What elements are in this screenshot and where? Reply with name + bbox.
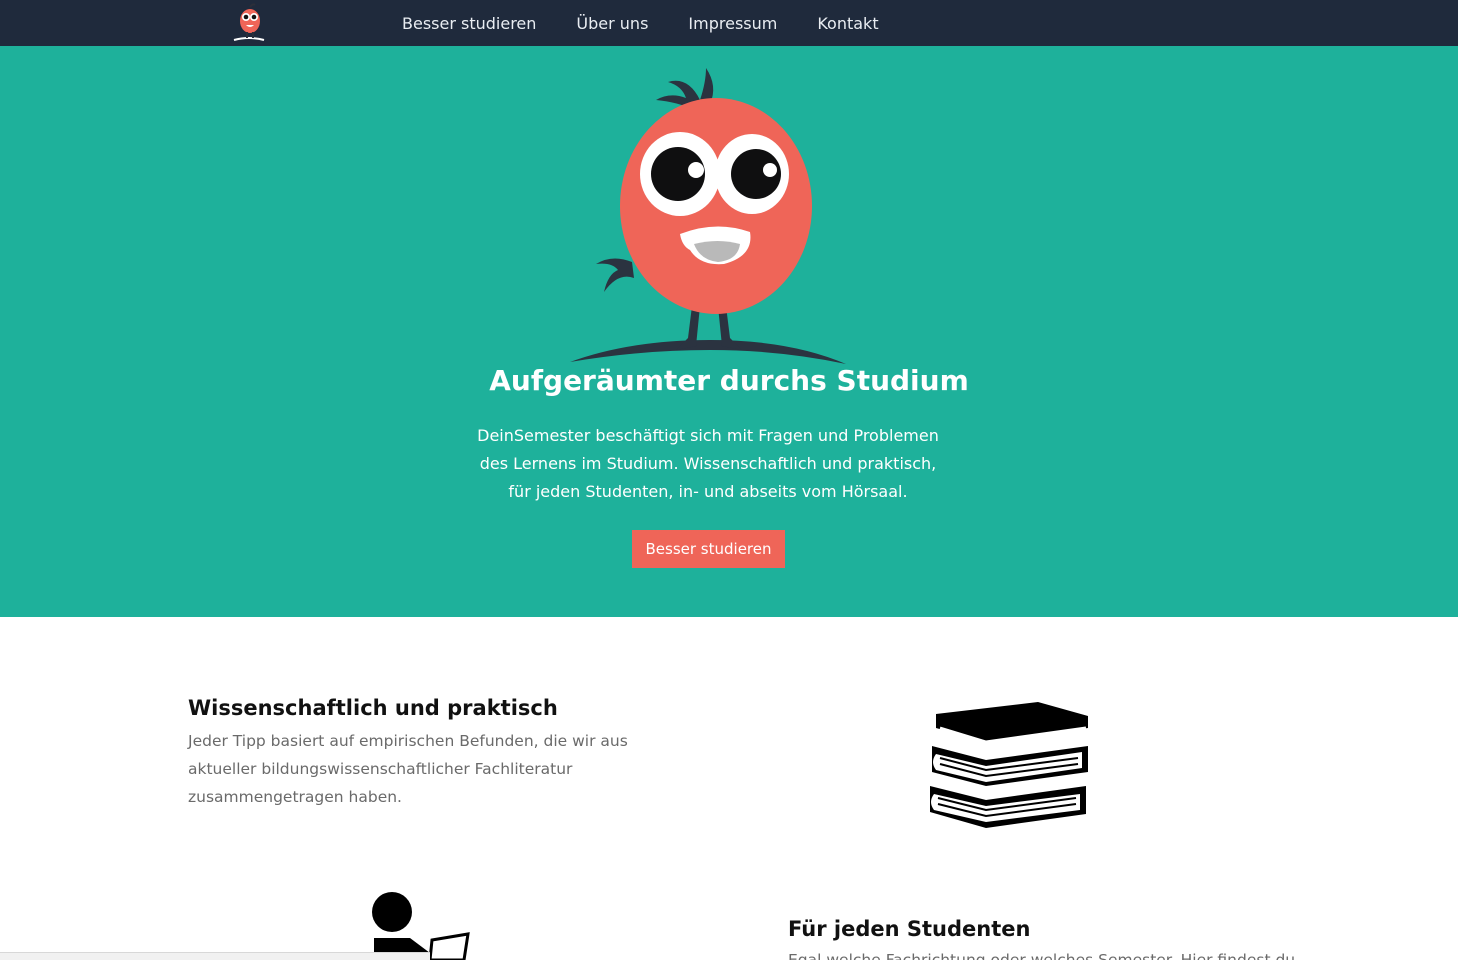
mascot-logo-icon[interactable] bbox=[228, 2, 270, 44]
besser-studieren-button[interactable]: Besser studieren bbox=[632, 530, 785, 568]
hero-description: DeinSemester beschäftigt sich mit Fragen… bbox=[477, 426, 939, 501]
nav-link-besser-studieren[interactable]: Besser studieren bbox=[402, 14, 536, 33]
feature-text: Egal welche Fachrichtung oder welches Se… bbox=[788, 951, 1296, 960]
hero-title: Aufgeräumter durchs Studium bbox=[489, 364, 969, 397]
feature-title: Für jeden Studenten bbox=[788, 917, 1031, 941]
feature-title: Wissenschaftlich und praktisch bbox=[188, 696, 558, 720]
nav-link-impressum[interactable]: Impressum bbox=[688, 14, 777, 33]
reading-person-icon bbox=[372, 892, 470, 960]
navbar: Besser studieren Über uns Impressum Kont… bbox=[0, 0, 1458, 46]
feature-text: Jeder Tipp basiert auf empirischen Befun… bbox=[188, 732, 628, 806]
nav-link-ueber-uns[interactable]: Über uns bbox=[576, 14, 648, 33]
hero-section: Aufgeräumter durchs Studium DeinSemester… bbox=[0, 46, 1458, 617]
horizontal-scrollbar[interactable] bbox=[0, 952, 430, 960]
main-nav: Besser studieren Über uns Impressum Kont… bbox=[402, 0, 919, 46]
tomato-mascot-icon bbox=[570, 68, 846, 364]
nav-link-kontakt[interactable]: Kontakt bbox=[817, 14, 878, 33]
books-icon bbox=[930, 702, 1088, 828]
